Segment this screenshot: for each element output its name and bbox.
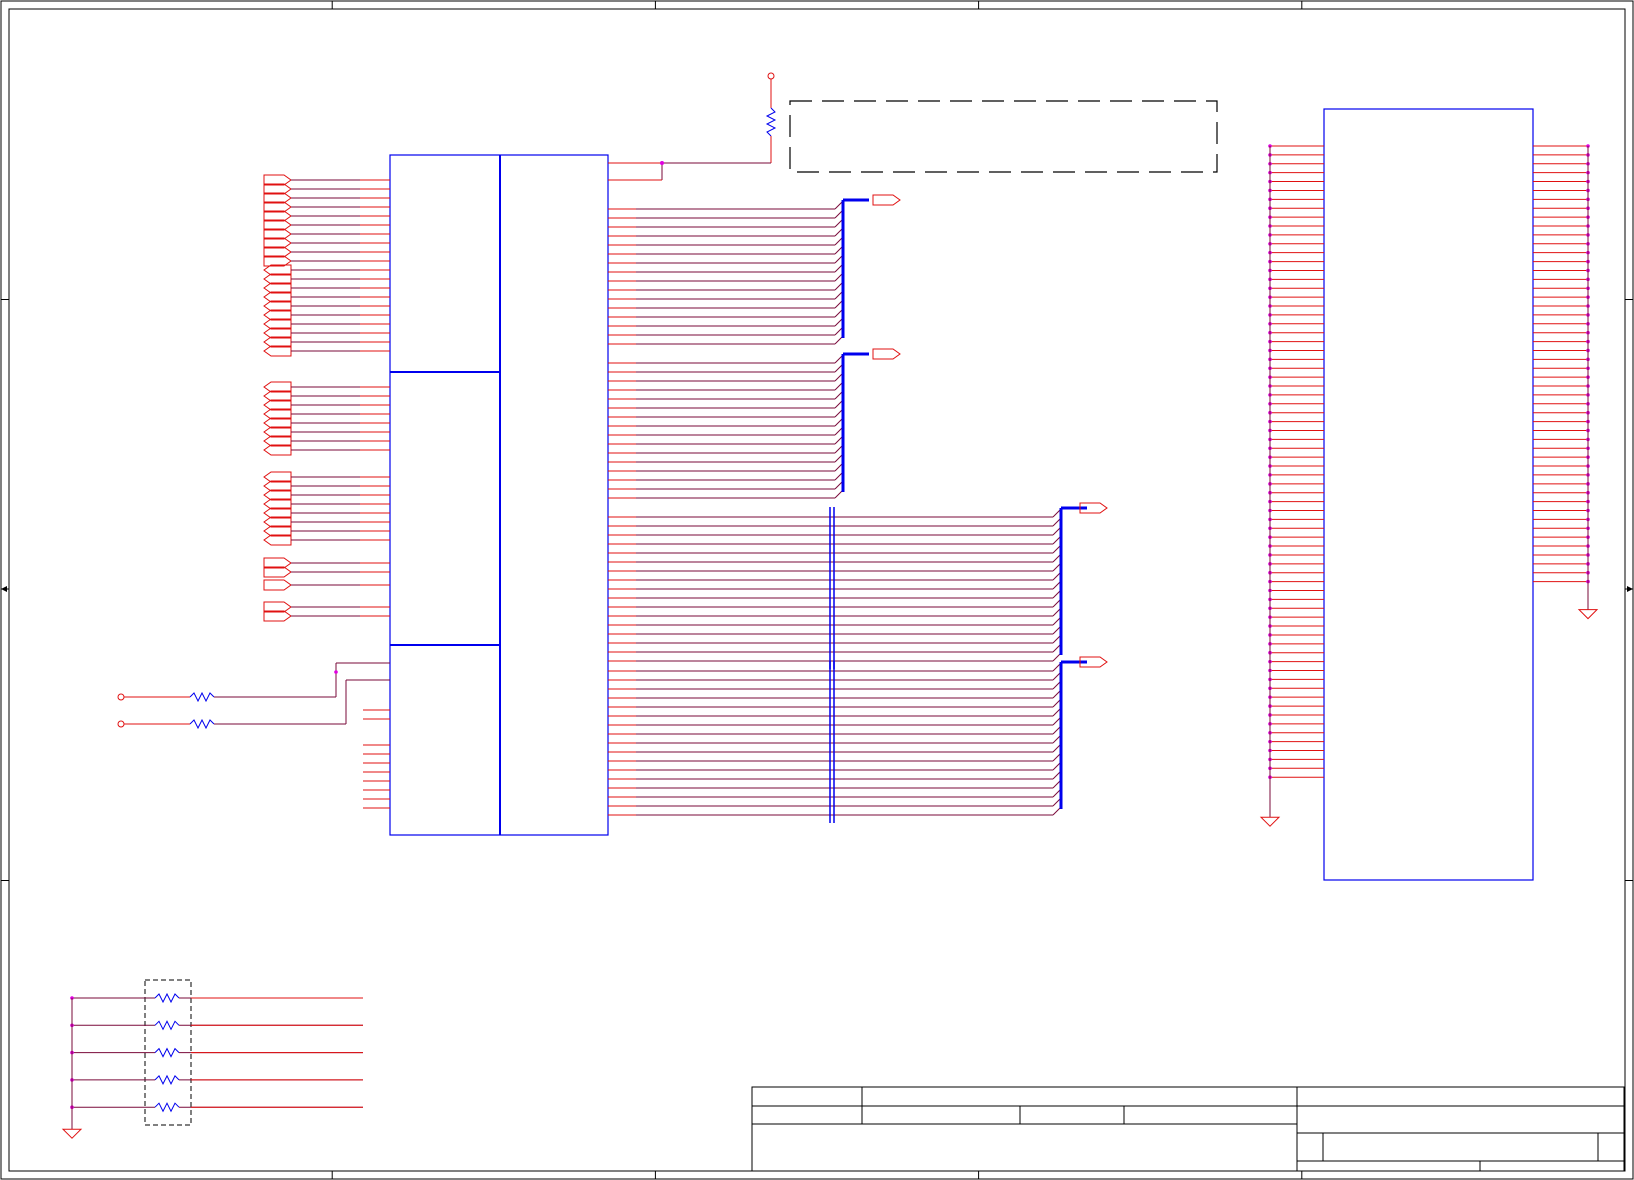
signal-group-e [263,381,390,456]
resistor-network [61,979,363,1139]
pullup-resistor [608,72,777,181]
bus-3 [608,502,1108,669]
port-right-icon [872,348,901,360]
junction-dot [334,670,338,674]
ground-icon [1577,609,1599,620]
bus-4 [608,656,1108,823]
resistor-icon [154,992,180,1004]
port-right-icon [263,579,292,591]
signal-group-d [263,309,390,357]
signal-group-c [263,264,390,312]
schematic-canvas [0,0,1634,1180]
ground-icon [1259,816,1281,827]
signal-group-i [263,601,390,622]
connector-block [1259,108,1599,881]
signal-group-b [263,219,390,267]
data-buses [608,194,1108,823]
ground-icon [61,1128,83,1139]
input-terminal-icon [117,720,125,728]
title-block [751,1086,1625,1172]
resistor-icon [154,1102,180,1113]
frame-zone-marks [1,1,1633,1179]
resistor-icon [154,1047,180,1058]
left-signal-ports [263,174,390,622]
pulled-input [117,679,390,730]
resistor-icon [189,718,215,730]
drawing-frame [0,0,1634,1180]
pulled-input [117,662,390,703]
connector-body [1323,108,1534,881]
pulled-inputs [117,662,390,809]
title-block-frame [751,1086,1625,1172]
main-ic [389,154,609,836]
signal-group-h [263,579,390,591]
resistor-icon [154,1020,180,1031]
annotation-box [789,100,1218,173]
signal-group-g [263,557,390,578]
port-right-icon [872,194,901,206]
resistor-icon [154,1074,180,1086]
bus-2 [608,348,901,499]
bus-1 [608,194,901,345]
signal-group-f [263,471,390,546]
signal-group-a [263,174,390,222]
input-terminal-icon [117,693,125,701]
resistor-icon [189,691,215,703]
